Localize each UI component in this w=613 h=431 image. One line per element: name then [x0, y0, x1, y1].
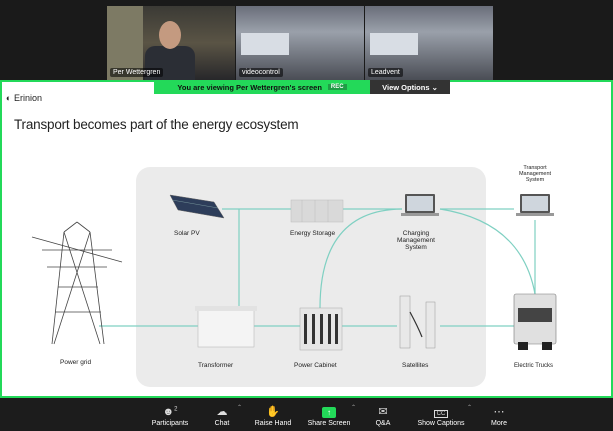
share-banner: You are viewing Per Wettergren's screen …	[154, 80, 370, 94]
cms-truck-arc	[439, 208, 536, 295]
label-power-grid: Power grid	[60, 359, 92, 366]
chat-options-caret[interactable]: ⌃	[237, 404, 242, 411]
share-screen-button[interactable]: ↑ Share Screen	[306, 398, 352, 431]
qa-button[interactable]: ✉ Q&A	[370, 398, 396, 431]
share-banner-text: You are viewing Per Wettergren's screen	[177, 82, 322, 92]
cabinet-cms-arc	[319, 208, 403, 309]
room-projector-screen	[241, 33, 289, 55]
energy-storage-icon	[290, 199, 344, 223]
participants-icon: ☻2	[162, 406, 178, 418]
label-tms: Transport Management System	[518, 165, 552, 183]
label-electric-trucks: Electric Trucks	[514, 363, 554, 369]
room-projector-screen	[370, 33, 418, 55]
participant-name: Per Wettergren	[110, 68, 164, 77]
cc-icon: CC	[433, 410, 449, 418]
video-tile-leadvent[interactable]: Leadvent	[365, 6, 493, 80]
video-tile-per-wettergren[interactable]: Per Wettergren	[107, 6, 235, 80]
power-cabinet-icon	[299, 307, 343, 351]
laptop-icon-tms	[516, 194, 554, 216]
share-options-caret[interactable]: ⌃	[351, 404, 356, 411]
video-strip: Per Wettergren videocontrol Leadvent	[0, 0, 613, 80]
participants-button[interactable]: ☻2 Participants	[146, 398, 194, 431]
transformer-icon	[195, 306, 257, 348]
laptop-icon-cms	[401, 194, 439, 216]
more-icon: ⋯	[493, 406, 505, 418]
label-transformer: Transformer	[198, 362, 234, 369]
shared-slide: ◐ Erinion Transport becomes part of the …	[2, 82, 611, 396]
more-button[interactable]: ⋯ More	[486, 398, 512, 431]
label-solar-pv: Solar PV	[174, 230, 200, 237]
label-cms: Charging Management System	[397, 230, 435, 251]
ecosystem-diagram	[31, 194, 557, 351]
video-tile-videocontrol[interactable]: videocontrol	[236, 6, 364, 80]
chat-icon: ☁	[216, 406, 228, 418]
qa-icon: ✉	[378, 406, 388, 418]
satellite-charger-icon	[399, 295, 436, 349]
electric-truck-icon	[513, 293, 557, 350]
chevron-down-icon: ⌄	[429, 82, 438, 92]
raise-hand-button[interactable]: ✋ Raise Hand	[252, 398, 294, 431]
solar-panel-icon	[169, 194, 225, 219]
show-captions-button[interactable]: CC Show Captions	[414, 398, 468, 431]
meeting-toolbar: ☻2 Participants ☁ Chat ⌃ ✋ Raise Hand ↑ …	[0, 398, 613, 431]
label-power-cabinet: Power Cabinet	[294, 362, 337, 369]
label-energy-storage: Energy Storage	[290, 230, 336, 237]
share-screen-icon: ↑	[322, 407, 336, 418]
chat-button[interactable]: ☁ Chat	[208, 398, 236, 431]
person-face	[159, 21, 181, 49]
label-satellites: Satellites	[402, 362, 429, 369]
view-options-button[interactable]: View Options ⌄	[370, 80, 450, 94]
hand-icon: ✋	[266, 406, 280, 418]
captions-options-caret[interactable]: ⌃	[467, 404, 472, 411]
participant-name: Leadvent	[368, 68, 403, 77]
participant-name: videocontrol	[239, 68, 283, 77]
rec-badge: REC	[327, 84, 347, 90]
